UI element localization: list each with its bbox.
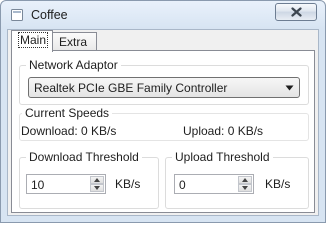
- upload-threshold-value[interactable]: 0: [179, 178, 186, 192]
- upload-speed-text: Upload: 0 KB/s: [183, 124, 264, 138]
- tab-page-main: Network Adaptor Realtek PCIe GBE Family …: [11, 50, 315, 213]
- upload-threshold-spin-buttons: [238, 176, 252, 192]
- window-client-area: Main Extra Network Adaptor Realtek PCIe …: [7, 29, 319, 216]
- network-adaptor-group: Network Adaptor Realtek PCIe GBE Family …: [19, 58, 309, 105]
- tab-main-label: Main: [18, 32, 49, 48]
- download-threshold-up-button[interactable]: [90, 176, 104, 184]
- close-x-icon: [291, 7, 302, 17]
- tab-extra-label: Extra: [59, 35, 88, 49]
- download-threshold-spinner[interactable]: 10: [26, 174, 106, 194]
- current-speeds-label: Current Speeds: [22, 106, 113, 120]
- network-adaptor-dropdown[interactable]: Realtek PCIe GBE Family Controller: [28, 77, 300, 98]
- upload-threshold-down-button[interactable]: [238, 184, 252, 192]
- chevron-down-icon: [285, 85, 294, 91]
- close-button[interactable]: [275, 3, 317, 21]
- upload-threshold-label: Upload Threshold: [172, 150, 273, 164]
- coffee-app-icon: [10, 8, 24, 22]
- network-adaptor-value: Realtek PCIe GBE Family Controller: [34, 81, 228, 95]
- upload-threshold-spinner[interactable]: 0: [174, 174, 254, 194]
- title-bar[interactable]: Coffee: [1, 1, 325, 29]
- spin-up-icon: [94, 178, 100, 182]
- download-threshold-down-button[interactable]: [90, 184, 104, 192]
- spin-up-icon: [242, 178, 248, 182]
- download-threshold-unit: KB/s: [115, 177, 141, 191]
- download-speed-text: Download: 0 KB/s: [21, 124, 117, 138]
- network-adaptor-label: Network Adaptor: [26, 58, 121, 72]
- download-threshold-group: Download Threshold 10 KB/s: [19, 150, 159, 209]
- upload-threshold-unit: KB/s: [265, 177, 291, 191]
- spin-down-icon: [242, 186, 248, 190]
- current-speeds-group: Current Speeds Download: 0 KB/s Upload: …: [19, 106, 309, 141]
- window-title: Coffee: [31, 8, 68, 22]
- spin-down-icon: [94, 186, 100, 190]
- app-window: Coffee Main Extra Network Adaptor Realte…: [0, 0, 326, 223]
- upload-threshold-group: Upload Threshold 0 KB/s: [165, 150, 309, 209]
- download-threshold-label: Download Threshold: [26, 150, 142, 164]
- download-threshold-value[interactable]: 10: [31, 178, 44, 192]
- tab-extra[interactable]: Extra: [52, 32, 97, 51]
- upload-threshold-up-button[interactable]: [238, 176, 252, 184]
- tab-main[interactable]: Main: [11, 30, 53, 52]
- download-threshold-spin-buttons: [90, 176, 104, 192]
